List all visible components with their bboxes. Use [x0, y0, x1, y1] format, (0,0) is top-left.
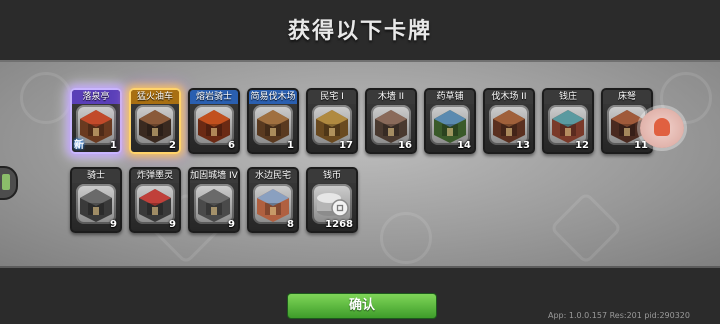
card-name: 伐木场 II — [485, 90, 533, 104]
card-name: 落泉亭 — [72, 90, 120, 104]
card-count: 1 — [287, 140, 294, 151]
reward-card[interactable]: 木墙 II 16 — [365, 88, 417, 154]
card-name: 炸弹墨灵 — [131, 169, 179, 183]
reward-card[interactable]: 水边民宅 8 — [247, 167, 299, 233]
reward-card[interactable]: 钱币 1268 — [306, 167, 358, 233]
lava-knight-icon — [194, 105, 234, 145]
card-count: 16 — [398, 140, 412, 151]
sawmill-icon — [489, 105, 529, 145]
stone-wall-icon — [194, 184, 234, 224]
card-name: 简易伐木场 — [249, 90, 297, 104]
reward-card[interactable]: 骑士 9 — [70, 167, 122, 233]
fire-cart-icon — [135, 105, 175, 145]
card-count: 9 — [169, 219, 176, 230]
card-name: 加固城墙 IV — [190, 169, 238, 183]
reward-card[interactable]: 药草铺 14 — [424, 88, 476, 154]
card-count: 8 — [287, 219, 294, 230]
card-name: 水边民宅 — [249, 169, 297, 183]
card-name: 钱庄 — [544, 90, 592, 104]
bank-icon — [548, 105, 588, 145]
reward-card[interactable]: 熔岩骑士 6 — [188, 88, 240, 154]
right-side-avatar[interactable] — [640, 108, 684, 148]
card-count: 1268 — [325, 219, 353, 230]
background-deco — [380, 212, 432, 264]
reward-panel: 落泉亭新 1 猛火油车 2 熔岩骑士 6 简易伐木场 1 民宅 I 17 木墙 II 16 药草铺 14 伐… — [0, 60, 720, 268]
card-count: 12 — [575, 140, 589, 151]
card-count: 1 — [110, 140, 117, 151]
herb-shop-icon — [430, 105, 470, 145]
reward-card[interactable]: 炸弹墨灵 9 — [129, 167, 181, 233]
page-title: 获得以下卡牌 — [287, 19, 432, 44]
background-deco — [549, 191, 623, 265]
confirm-button[interactable]: 确认 — [287, 293, 437, 319]
reward-card[interactable]: 钱庄 12 — [542, 88, 594, 154]
card-count: 2 — [169, 140, 176, 151]
reward-card[interactable]: 加固城墙 IV 9 — [188, 167, 240, 233]
card-count: 13 — [516, 140, 530, 151]
reward-card[interactable]: 伐木场 II 13 — [483, 88, 535, 154]
background-deco — [20, 72, 72, 124]
card-count: 14 — [457, 140, 471, 151]
card-count: 9 — [110, 219, 117, 230]
new-badge: 新 — [74, 140, 84, 151]
card-name: 木墙 II — [367, 90, 415, 104]
tab-icon — [2, 174, 10, 190]
coin-icon — [312, 184, 352, 224]
house-icon — [312, 105, 352, 145]
card-name: 熔岩骑士 — [190, 90, 238, 104]
wood-wall-icon — [371, 105, 411, 145]
card-name: 猛火油车 — [131, 90, 179, 104]
card-name: 药草铺 — [426, 90, 474, 104]
lumber-camp-icon — [253, 105, 293, 145]
card-count: 17 — [339, 140, 353, 151]
waterside-house-icon — [253, 184, 293, 224]
version-text: App: 1.0.0.157 Res:201 pid:290320 — [548, 311, 690, 320]
card-name: 民宅 I — [308, 90, 356, 104]
card-name: 钱币 — [308, 169, 356, 183]
reward-card[interactable]: 民宅 I 17 — [306, 88, 358, 154]
reward-card[interactable]: 落泉亭新 1 — [70, 88, 122, 154]
knight-icon — [76, 184, 116, 224]
reward-card[interactable]: 简易伐木场 1 — [247, 88, 299, 154]
reward-card[interactable]: 猛火油车 2 — [129, 88, 181, 154]
card-count: 9 — [228, 219, 235, 230]
card-count: 6 — [228, 140, 235, 151]
card-name: 床弩 — [603, 90, 651, 104]
card-name: 骑士 — [72, 169, 120, 183]
helmet-icon — [654, 118, 670, 136]
bomb-spirit-icon — [135, 184, 175, 224]
